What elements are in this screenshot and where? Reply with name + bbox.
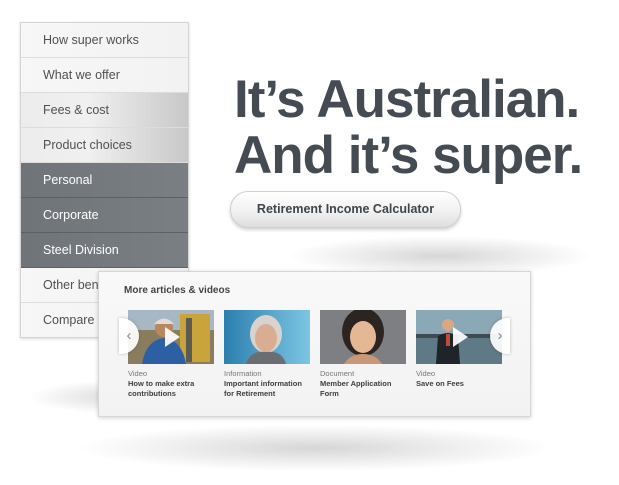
hero-line-1: It’s Australian.	[234, 70, 580, 129]
card-type-label: Video	[416, 369, 436, 378]
card-title: Member Application Form	[320, 379, 392, 398]
panel-floor-shadow	[80, 425, 550, 471]
card-type-label: Document	[320, 369, 355, 378]
article-card-save-on-fees[interactable]: Video Save on Fees	[416, 310, 502, 389]
sidebar-item-fees-cost[interactable]: Fees & cost	[21, 93, 188, 128]
hero-headline: It’s Australian. And it’s super.	[234, 70, 583, 186]
article-card-extra-contributions[interactable]: Video How to make extra contributions	[128, 310, 214, 399]
sidebar-item-corporate[interactable]: Corporate	[21, 198, 188, 233]
sidebar-item-personal[interactable]: Personal	[21, 163, 188, 198]
article-card-retirement-info[interactable]: Information Important information for Re…	[224, 310, 310, 399]
play-icon	[453, 327, 468, 347]
young-woman-photo	[320, 310, 406, 364]
button-floor-shadow	[290, 236, 590, 276]
card-type-label: Video	[128, 369, 148, 378]
card-title: Save on Fees	[416, 379, 464, 388]
sidebar-item-steel-division[interactable]: Steel Division	[21, 233, 188, 268]
retirement-calculator-button[interactable]: Retirement Income Calculator	[230, 191, 461, 228]
worker-photo-thumbnail	[128, 310, 214, 364]
elderly-woman-photo	[224, 310, 310, 364]
card-title: Important information for Retirement	[224, 379, 302, 398]
articles-panel: More articles & videos Video How to make…	[98, 271, 531, 417]
card-title: How to make extra contributions	[128, 379, 195, 398]
articles-panel-title: More articles & videos	[124, 285, 231, 296]
hero-line-2: And it’s super.	[234, 126, 583, 185]
sidebar-item-how-super-works[interactable]: How super works	[21, 23, 188, 58]
elderly-woman-photo-thumbnail	[224, 310, 310, 364]
article-card-member-application[interactable]: Document Member Application Form	[320, 310, 406, 399]
play-icon	[165, 327, 180, 347]
young-woman-photo-thumbnail	[320, 310, 406, 364]
sidebar-item-what-we-offer[interactable]: What we offer	[21, 58, 188, 93]
card-type-label: Information	[224, 369, 262, 378]
sidebar-item-product-choices[interactable]: Product choices	[21, 128, 188, 163]
